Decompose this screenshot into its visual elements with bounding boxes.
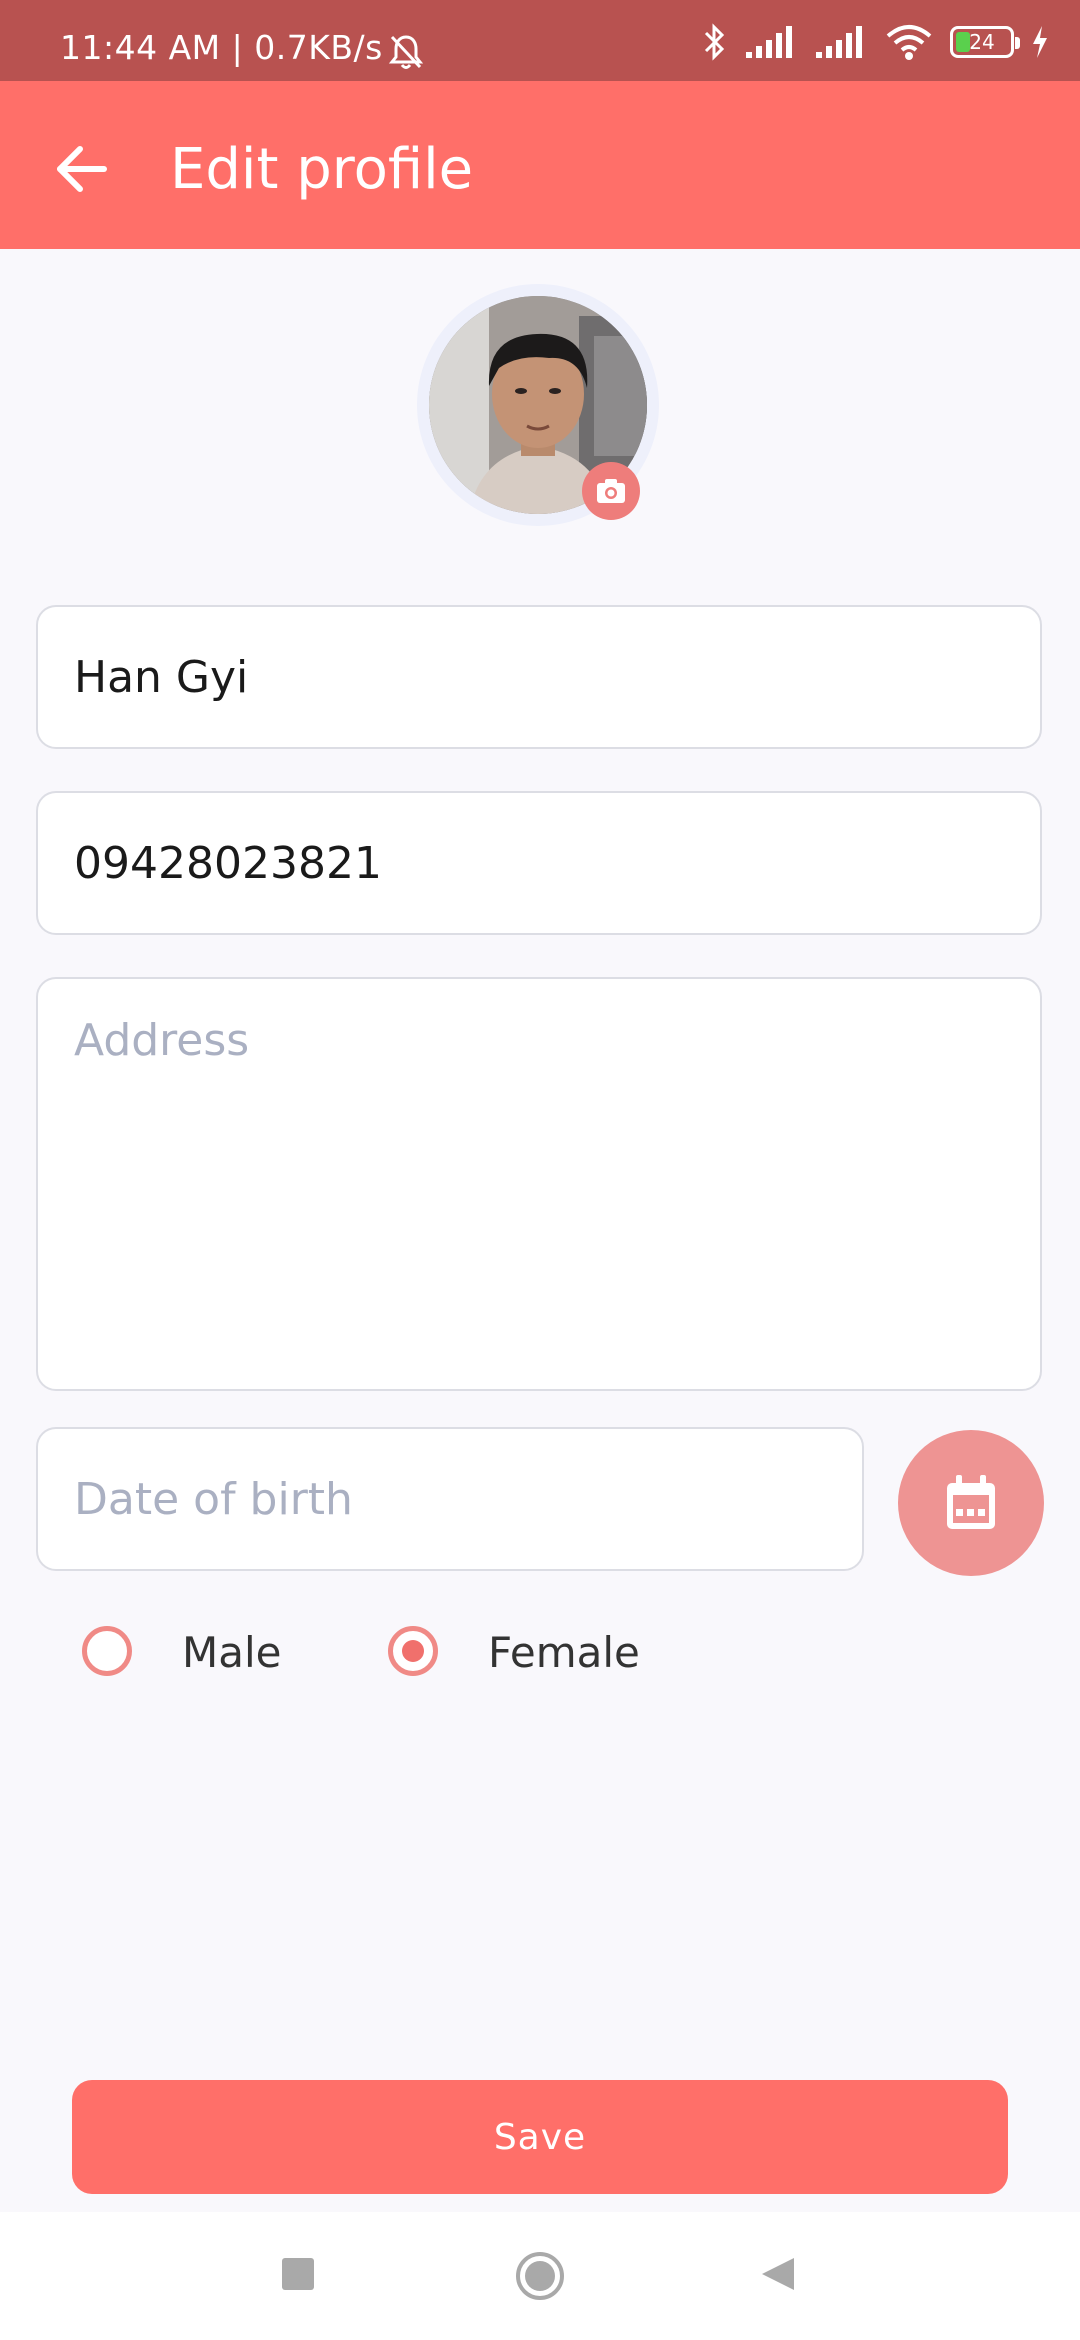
mute-bell-icon — [388, 35, 424, 69]
status-bar: 11:44 AM | 0.7KB/s 24 — [0, 0, 1080, 81]
camera-icon — [597, 479, 625, 503]
home-icon — [516, 2252, 564, 2300]
name-value: Han Gyi — [74, 651, 249, 703]
bluetooth-icon — [704, 23, 725, 61]
change-photo-button[interactable] — [582, 462, 640, 520]
address-field[interactable]: Address — [36, 977, 1042, 1391]
battery-icon: 24 — [950, 26, 1020, 58]
date-picker-button[interactable] — [898, 1430, 1044, 1576]
dob-field[interactable]: Date of birth — [36, 1427, 864, 1571]
address-placeholder: Address — [74, 1015, 250, 1066]
system-nav-bar — [0, 2212, 1080, 2340]
calendar-icon — [947, 1475, 995, 1529]
battery-level: 24 — [969, 30, 995, 54]
phone-field[interactable]: 09428023821 — [36, 791, 1042, 935]
gender-female-radio[interactable] — [388, 1626, 438, 1676]
dob-placeholder: Date of birth — [74, 1473, 353, 1525]
back-icon — [762, 2258, 794, 2290]
recent-apps-button[interactable] — [280, 2256, 316, 2296]
nav-back-button[interactable] — [758, 2254, 798, 2298]
save-button[interactable]: Save — [72, 2080, 1008, 2194]
recent-apps-icon — [282, 2258, 314, 2290]
gender-male-radio[interactable] — [82, 1626, 132, 1676]
back-button[interactable] — [52, 139, 112, 199]
signal-icon — [816, 26, 862, 58]
gender-female-label[interactable]: Female — [488, 1628, 640, 1677]
charging-icon — [1033, 26, 1047, 58]
status-time: 11:44 AM | 0.7KB/s — [60, 28, 383, 67]
wifi-icon — [886, 25, 932, 60]
status-icons: 24 — [700, 22, 1050, 62]
signal-icon — [746, 26, 792, 58]
arrow-left-icon — [57, 146, 107, 192]
home-button[interactable] — [514, 2250, 566, 2306]
name-field[interactable]: Han Gyi — [36, 605, 1042, 749]
app-bar: Edit profile — [0, 81, 1080, 249]
page-title: Edit profile — [170, 137, 474, 202]
phone-value: 09428023821 — [74, 837, 382, 889]
gender-male-label[interactable]: Male — [182, 1628, 281, 1677]
